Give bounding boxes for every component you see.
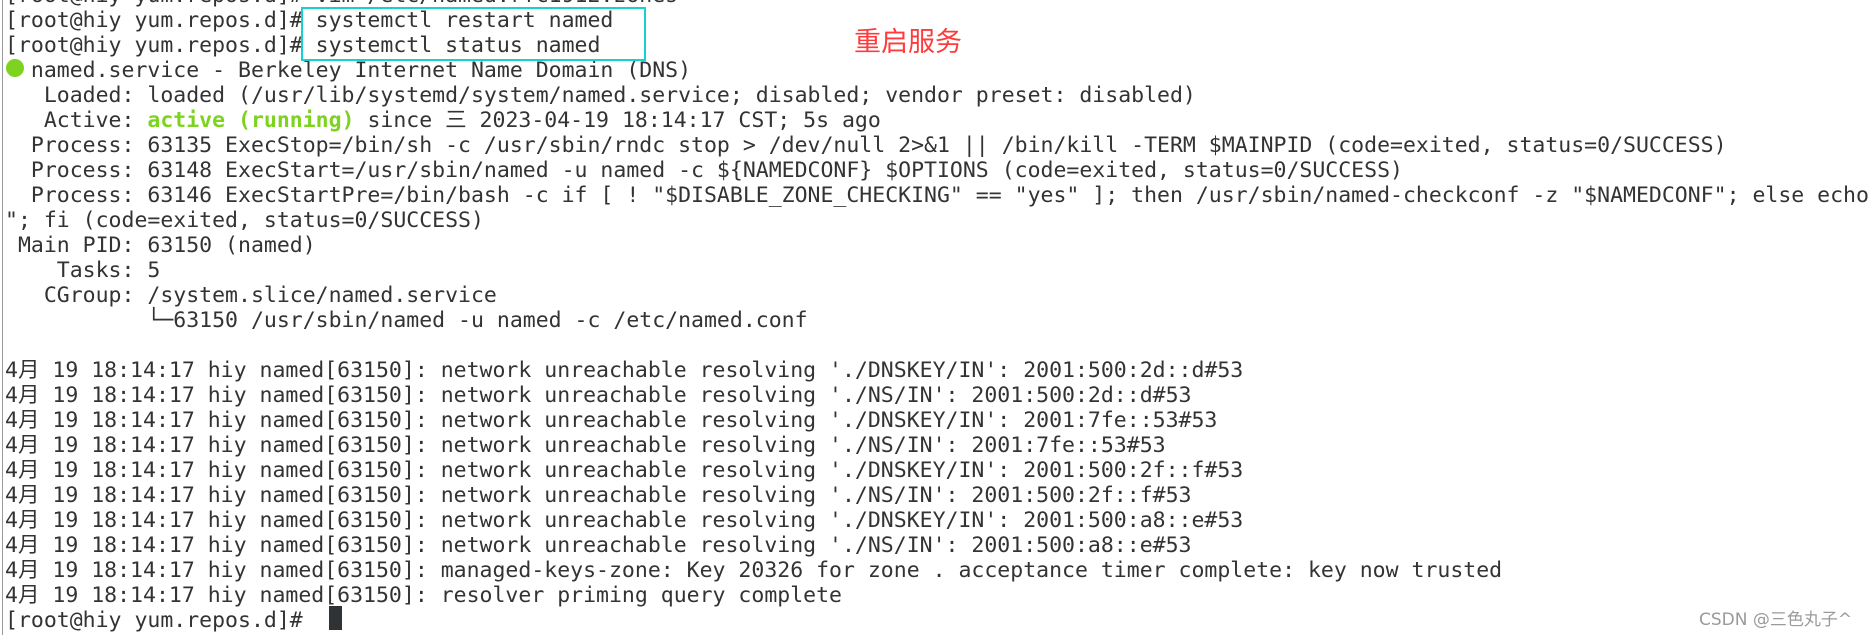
log-line: 4月 19 18:14:17 hiy named[63150]: resolve… [5, 582, 842, 608]
log-line: 4月 19 18:14:17 hiy named[63150]: network… [5, 457, 1244, 483]
terminal-border [2, 0, 3, 635]
terminal-cursor[interactable] [329, 606, 342, 630]
status-line: Tasks: 5 [5, 257, 161, 283]
active-label: Active: [5, 107, 148, 133]
log-line: 4月 19 18:14:17 hiy named[63150]: network… [5, 532, 1192, 558]
active-since: since 三 2023-04-19 18:14:17 CST; 5s ago [354, 107, 881, 133]
active-status-line: Active: active (running) since 三 2023-04… [5, 108, 881, 133]
log-line: 4月 19 18:14:17 hiy named[63150]: network… [5, 407, 1218, 433]
status-line: Main PID: 63150 (named) [5, 232, 316, 258]
status-line: Loaded: loaded (/usr/lib/systemd/system/… [5, 82, 1196, 108]
watermark: CSDN @三色丸子^ [1699, 610, 1853, 630]
log-line: 4月 19 18:14:17 hiy named[63150]: network… [5, 382, 1192, 408]
service-status-dot-icon [6, 59, 24, 77]
command-highlight-box [301, 7, 646, 61]
status-line: Process: 63146 ExecStartPre=/bin/bash -c… [5, 182, 1869, 208]
log-line: 4月 19 18:14:17 hiy named[63150]: network… [5, 357, 1244, 383]
log-line: 4月 19 18:14:17 hiy named[63150]: network… [5, 482, 1192, 508]
status-line: CGroup: /system.slice/named.service [5, 282, 497, 308]
log-line: 4月 19 18:14:17 hiy named[63150]: managed… [5, 557, 1503, 583]
status-line: "; fi (code=exited, status=0/SUCCESS) [5, 207, 484, 233]
annotation-note: 重启服务 [854, 27, 962, 58]
active-state: active (running) [147, 107, 355, 133]
status-line: └─63150 /usr/sbin/named -u named -c /etc… [5, 307, 808, 333]
terminal-window[interactable]: [root@hiy yum.repos.d]# vim /etc/named.r… [0, 0, 1871, 635]
status-line: Process: 63148 ExecStart=/usr/sbin/named… [5, 157, 1403, 183]
shell-prompt: [root@hiy yum.repos.d]# [5, 607, 316, 633]
status-line: named.service - Berkeley Internet Name D… [5, 57, 692, 83]
log-line: 4月 19 18:14:17 hiy named[63150]: network… [5, 432, 1166, 458]
log-line: 4月 19 18:14:17 hiy named[63150]: network… [5, 507, 1244, 533]
status-line: Process: 63135 ExecStop=/bin/sh -c /usr/… [5, 132, 1727, 158]
